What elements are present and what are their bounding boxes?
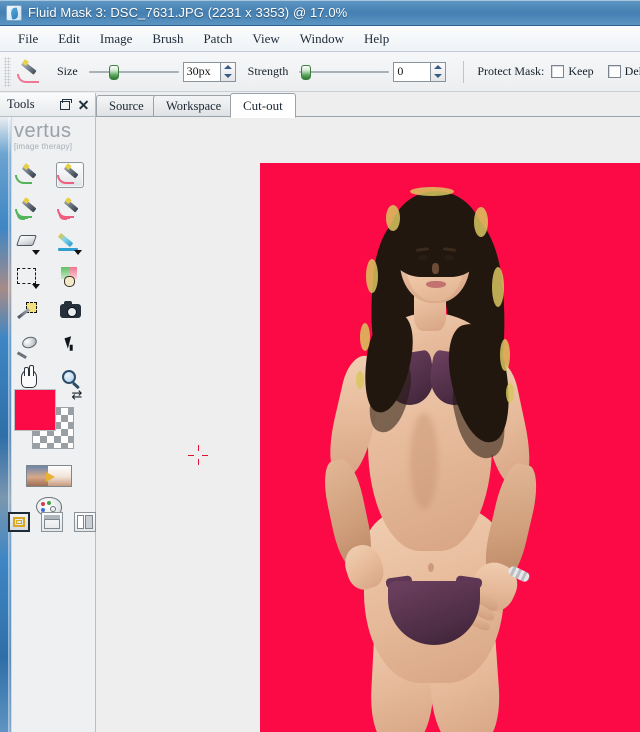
view-tabs: Source Workspace Cut-out [96, 93, 640, 118]
brush-stroke-icon[interactable] [17, 58, 47, 84]
blend-pen-tool[interactable] [56, 264, 84, 290]
app-icon [6, 4, 22, 21]
panel-accent-strip [0, 117, 12, 732]
hand-icon [21, 365, 37, 388]
foreground-color-swatch[interactable] [14, 389, 56, 431]
crosshair-cursor [188, 445, 208, 465]
menu-item-help[interactable]: Help [354, 28, 399, 50]
marquee-tool[interactable] [14, 264, 42, 290]
tools-panel: vertus [image therapy] ⇄ [0, 117, 96, 732]
protect-delete-label: Delete [624, 64, 640, 78]
protect-delete-checkbox[interactable] [607, 65, 621, 78]
fluid-mask-window: Fluid Mask 3: DSC_7631.JPG (2231 x 3353)… [0, 0, 640, 732]
vertus-tagline-text: [image therapy] [14, 142, 73, 151]
eraser-icon [15, 235, 38, 246]
size-slider[interactable] [88, 64, 179, 80]
chevron-down-icon[interactable] [32, 250, 40, 255]
protect-delete-option[interactable]: Delete [607, 64, 640, 79]
tool-row-1 [14, 162, 94, 188]
tool-row-5 [14, 298, 94, 324]
delete-pen-tool[interactable] [56, 162, 84, 188]
strength-slider[interactable] [299, 64, 390, 80]
green-wide-pen-icon [22, 197, 40, 213]
single-view-mode[interactable] [8, 512, 30, 532]
split-vertical-view-mode[interactable] [74, 512, 96, 532]
protect-mask-label: Protect Mask: [477, 64, 545, 78]
green-pen-icon [22, 163, 40, 179]
menu-item-file[interactable]: File [8, 28, 48, 50]
delete-wide-pen-tool[interactable] [56, 196, 84, 222]
title-bar: Fluid Mask 3: DSC_7631.JPG (2231 x 3353)… [0, 0, 640, 26]
cut-out-subject [260, 163, 640, 732]
swap-colors-icon[interactable]: ⇄ [70, 389, 84, 403]
red-wide-pen-icon [64, 197, 82, 213]
patch-ball-icon [17, 334, 39, 359]
size-value-input[interactable]: 30px [182, 61, 221, 82]
magnifier-icon [62, 370, 76, 384]
size-slider-thumb[interactable] [109, 64, 120, 80]
window-title: Fluid Mask 3: DSC_7631.JPG (2231 x 3353)… [28, 5, 348, 20]
work-area[interactable] [97, 117, 640, 732]
strength-slider-thumb[interactable] [300, 64, 311, 80]
menu-item-patch[interactable]: Patch [193, 28, 242, 50]
blue-marker-icon [57, 233, 74, 248]
tool-row-4 [14, 264, 94, 290]
split-horizontal-view-mode[interactable] [41, 512, 63, 532]
keep-pen-tool[interactable] [14, 162, 42, 188]
patch-tool[interactable] [14, 332, 42, 359]
camera-icon [60, 301, 81, 318]
menu-item-brush[interactable]: Brush [142, 28, 193, 50]
protect-keep-label: Keep [568, 64, 594, 78]
magic-wand-icon [17, 302, 37, 320]
dashed-rectangle-icon [17, 268, 36, 284]
strength-value-input[interactable]: 0 [393, 61, 432, 82]
menu-bar: File Edit Image Brush Patch View Window … [0, 26, 640, 52]
red-pen-icon [64, 163, 82, 179]
eraser-tool[interactable] [14, 230, 42, 256]
image-canvas[interactable] [260, 163, 640, 732]
strength-stepper[interactable] [431, 61, 447, 82]
chevron-down-icon[interactable] [74, 250, 82, 255]
vertus-brand-text: vertus [14, 120, 72, 142]
pointer-tool[interactable] [56, 332, 84, 358]
snapshot-tool[interactable] [56, 298, 84, 324]
tool-buttons-grid [14, 162, 94, 400]
close-icon[interactable] [76, 97, 91, 112]
before-after-preview-icon[interactable] [26, 465, 72, 487]
tool-row-6 [14, 332, 94, 359]
options-toolbar: Size 30px Strength 0 Protect Mask: Keep … [0, 52, 640, 92]
keep-wide-pen-tool[interactable] [14, 196, 42, 222]
tools-panel-header: Tools [0, 93, 96, 117]
chevron-down-icon[interactable] [32, 284, 40, 289]
protect-keep-option[interactable]: Keep [551, 64, 603, 79]
tab-source[interactable]: Source [96, 95, 157, 117]
menu-item-view[interactable]: View [242, 28, 289, 50]
highlighter-tool[interactable] [56, 230, 84, 256]
view-mode-buttons [8, 512, 96, 532]
tools-panel-title: Tools [7, 97, 35, 111]
size-stepper[interactable] [220, 61, 236, 82]
toolbar-grip[interactable] [4, 56, 11, 87]
protect-keep-checkbox[interactable] [551, 65, 565, 78]
menu-item-edit[interactable]: Edit [48, 28, 90, 50]
color-swatches: ⇄ [14, 389, 86, 449]
vertus-logo: vertus [image therapy] [14, 121, 94, 151]
tool-row-3 [14, 230, 94, 256]
magic-wand-tool[interactable] [14, 298, 42, 324]
toolbar-divider [463, 60, 465, 83]
tab-workspace[interactable]: Workspace [153, 95, 235, 117]
strength-label: Strength [247, 64, 289, 78]
tool-row-2 [14, 196, 94, 222]
float-panel-icon[interactable] [57, 97, 72, 112]
menu-item-image[interactable]: Image [90, 28, 142, 50]
tab-cut-out[interactable]: Cut-out [230, 93, 296, 118]
blend-hand-icon [61, 267, 79, 287]
arrow-cursor-icon [64, 336, 75, 349]
size-label: Size [57, 64, 78, 78]
menu-item-window[interactable]: Window [290, 28, 354, 50]
